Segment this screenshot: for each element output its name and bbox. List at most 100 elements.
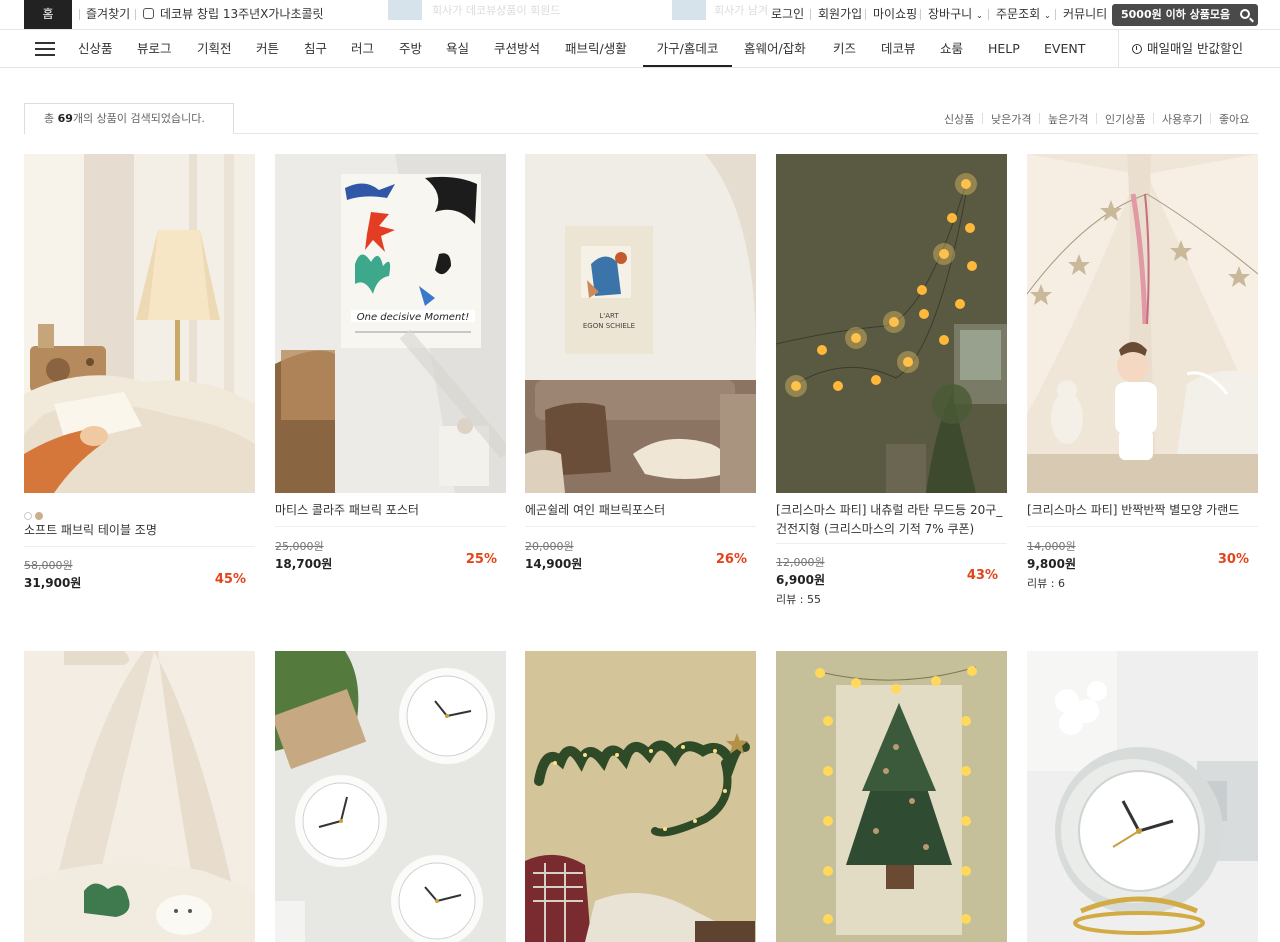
divider [988, 9, 989, 20]
order-lookup-label: 주문조회 [996, 7, 1041, 21]
divider [776, 543, 1007, 544]
nav-item-viewlog[interactable]: 뷰로그 [137, 30, 172, 67]
community-link[interactable]: 커뮤니티 [1063, 0, 1107, 29]
favorites-link[interactable]: 즐겨찾기 [86, 0, 130, 29]
swatch-white[interactable] [24, 512, 32, 520]
nav-item-planned[interactable]: 기획전 [197, 30, 232, 67]
product-image[interactable]: L'ART EGON SCHIELE [525, 154, 756, 493]
divider [920, 9, 921, 20]
nav-item-cushion[interactable]: 쿠션방석 [494, 30, 540, 67]
product-image[interactable] [24, 651, 255, 942]
nav-item-decoview[interactable]: 데코뷰 [881, 30, 916, 67]
product-image[interactable] [275, 651, 506, 942]
rolling-banner-text[interactable]: 회사가 남겨 [714, 2, 768, 18]
divider [24, 546, 255, 547]
divider [1153, 113, 1154, 124]
discount-rate: 43% [966, 568, 998, 583]
nav-item-event[interactable]: EVENT [1044, 30, 1085, 67]
nav-item-bath[interactable]: 욕실 [446, 30, 469, 67]
chevron-down-icon: ⌄ [976, 11, 983, 20]
deal-search-button[interactable]: 5000원 이하 상품모음 [1112, 4, 1258, 26]
product-image[interactable]: One decisive Moment! [275, 154, 506, 493]
divider [810, 9, 811, 20]
myshopping-link[interactable]: 마이쇼핑 [873, 0, 917, 29]
review-count[interactable]: 리뷰 : 6 [1027, 575, 1065, 591]
sale-price: 6,900원 [776, 573, 825, 587]
banner-thumbnail [672, 0, 706, 20]
menu-icon[interactable] [35, 42, 55, 56]
original-price: 25,000원 [275, 540, 324, 553]
divider [79, 9, 80, 20]
login-link[interactable]: 로그인 [771, 0, 804, 29]
divider [865, 9, 866, 20]
product-name[interactable]: 에곤쉴레 여인 패브릭포스터 [525, 501, 756, 520]
deal-button-label: 5000원 이하 상품모음 [1121, 8, 1231, 21]
chevron-down-icon: ⌄ [1044, 11, 1051, 20]
nav-item-kids[interactable]: 키즈 [833, 30, 856, 67]
product-image[interactable] [1027, 651, 1258, 942]
nav-item-new[interactable]: 신상품 [78, 30, 113, 67]
sale-price: 18,700원 [275, 557, 333, 571]
divider [1096, 113, 1097, 124]
nav-item-showroom[interactable]: 쇼룸 [940, 30, 963, 67]
sort-new[interactable]: 신상품 [944, 111, 974, 127]
product-name[interactable]: [크리스마스 파티] 내츄럴 라탄 무드등 20구_건전지형 (크리스마스의 기… [776, 501, 1007, 539]
divider [275, 526, 506, 527]
cart-label: 장바구니 [928, 7, 973, 21]
product-name[interactable]: 소프트 패브릭 테이블 조명 [24, 521, 255, 540]
product-image[interactable] [1027, 154, 1258, 493]
rolling-banner-text[interactable]: 회사가 데코뷰상품이 회원드 [432, 2, 560, 18]
sort-low-price[interactable]: 낮은가격 [991, 111, 1031, 127]
color-swatches [24, 505, 46, 520]
original-price: 12,000원 [776, 556, 825, 569]
category-nav: 신상품 뷰로그 기획전 커튼 침구 러그 주방 욕실 쿠션방석 패브릭/생활 가… [0, 29, 1280, 68]
cart-link[interactable]: 장바구니 ⌄ [928, 0, 983, 30]
discount-rate: 25% [465, 552, 497, 567]
divider [1055, 9, 1056, 20]
divider [1027, 526, 1258, 527]
nav-item-rug[interactable]: 러그 [351, 30, 374, 67]
sort-reviews[interactable]: 사용후기 [1162, 111, 1202, 127]
divider [1039, 113, 1040, 124]
nav-item-help[interactable]: HELP [988, 30, 1020, 67]
clock-icon [1132, 44, 1142, 54]
discount-rate: 45% [214, 572, 246, 587]
product-image[interactable] [525, 651, 756, 942]
review-count[interactable]: 리뷰 : 55 [776, 591, 821, 607]
divider [135, 9, 136, 20]
svg-text:EGON SCHIELE: EGON SCHIELE [583, 322, 635, 330]
product-image[interactable] [776, 154, 1007, 493]
sort-popular[interactable]: 인기상품 [1105, 111, 1145, 127]
product-image[interactable] [24, 154, 255, 493]
result-prefix: 총 [44, 112, 55, 125]
nav-item-fabric[interactable]: 패브릭/생활 [565, 30, 627, 67]
top-utility-bar: 홈 즐겨찾기 데코뷰 창립 13주년X가나초콜릿 회사가 데코뷰상품이 회원드 … [0, 0, 1280, 29]
discount-rate: 30% [1217, 552, 1249, 567]
product-image[interactable] [776, 651, 1007, 942]
swatch-beige[interactable] [35, 512, 43, 520]
sale-price: 31,900원 [24, 576, 82, 590]
divider [1210, 113, 1211, 124]
svg-text:One decisive Moment!: One decisive Moment! [357, 312, 469, 323]
signup-link[interactable]: 회원가입 [818, 0, 862, 29]
original-price: 14,000원 [1027, 540, 1076, 553]
daily-half-price-label: 매일매일 반값할인 [1147, 41, 1243, 56]
nav-item-furniture[interactable]: 가구/홈데코 [643, 30, 732, 67]
nav-item-homewear[interactable]: 홈웨어/잡화 [744, 30, 806, 67]
product-name[interactable]: [크리스마스 파티] 반짝반짝 별모양 가랜드 [1027, 501, 1258, 520]
divider [525, 526, 756, 527]
original-price: 58,000원 [24, 559, 73, 572]
order-lookup-link[interactable]: 주문조회 ⌄ [996, 0, 1051, 30]
result-count-number: 69 [57, 112, 73, 125]
discount-rate: 26% [715, 552, 747, 567]
nav-item-bedding[interactable]: 침구 [304, 30, 327, 67]
product-name[interactable]: 마티스 콜라주 패브릭 포스터 [275, 501, 506, 520]
sort-likes[interactable]: 좋아요 [1219, 111, 1249, 127]
nav-item-curtain[interactable]: 커튼 [256, 30, 279, 67]
mail-icon [143, 8, 154, 19]
sort-high-price[interactable]: 높은가격 [1048, 111, 1088, 127]
daily-half-price-link[interactable]: 매일매일 반값할인 [1118, 30, 1280, 67]
nav-item-kitchen[interactable]: 주방 [399, 30, 422, 67]
home-button[interactable]: 홈 [24, 0, 72, 29]
notice-link[interactable]: 데코뷰 창립 13주년X가나초콜릿 [143, 0, 324, 29]
